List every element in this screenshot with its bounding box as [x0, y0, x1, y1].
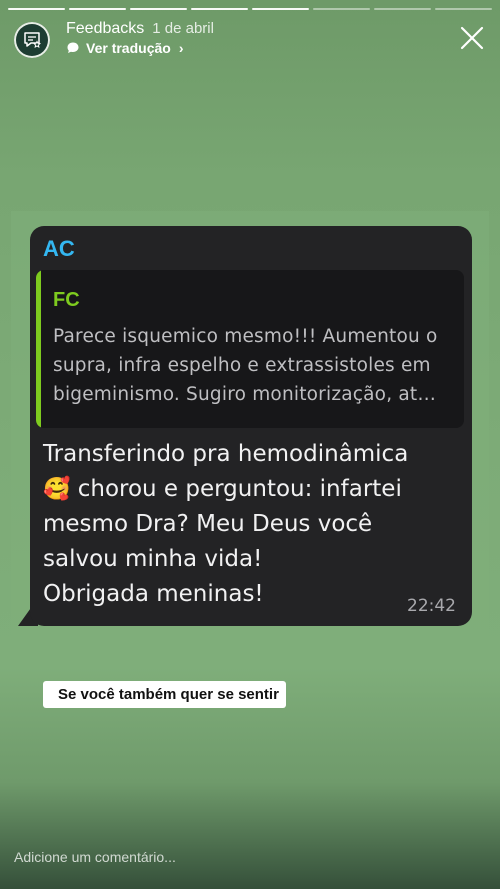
story-date: 1 de abril [152, 20, 214, 37]
message-line: Transferindo pra hemodinâmica [43, 441, 409, 467]
message-sender: AC [43, 236, 75, 261]
message-line: salvou minha vida! [43, 546, 263, 572]
progress-segment [69, 8, 126, 10]
chat-message: AC FC Parece isquemico mesmo!!! Aumentou… [30, 226, 472, 626]
quote-accent-bar [36, 270, 41, 428]
message-time: 22:42 [407, 596, 456, 616]
close-icon [460, 26, 484, 50]
message-line-with-emoji: 🥰 chorou e perguntou: infartei [43, 472, 463, 507]
message-body: Transferindo pra hemodinâmica 🥰 chorou e… [43, 437, 463, 612]
account-info: Feedbacks 1 de abril [66, 20, 214, 38]
progress-segment [435, 8, 492, 10]
story-header: Feedbacks 1 de abril Ver tradução › [14, 18, 486, 62]
chevron-right-icon: › [178, 40, 184, 56]
progress-segment [191, 8, 248, 10]
smiling-face-with-hearts-icon: 🥰 [43, 477, 71, 502]
story-progress [8, 8, 492, 10]
chat-bubble-icon [67, 42, 79, 53]
progress-segment [313, 8, 370, 10]
progress-segment [130, 8, 187, 10]
comment-input[interactable]: Adicione um comentário... [14, 849, 176, 865]
quoted-message: FC Parece isquemico mesmo!!! Aumentou o … [36, 270, 464, 428]
progress-segment [8, 8, 65, 10]
message-line: Obrigada meninas! [43, 581, 264, 607]
progress-segment [374, 8, 431, 10]
see-translation-label: Ver tradução [86, 40, 171, 56]
quoted-text: Parece isquemico mesmo!!! Aumentou o sup… [53, 326, 438, 405]
feedback-chat-icon [24, 32, 41, 48]
account-name[interactable]: Feedbacks [66, 20, 144, 37]
message-line: chorou e perguntou: infartei [77, 476, 402, 502]
quoted-sender: FC [53, 289, 80, 311]
message-line: mesmo Dra? Meu Deus você [43, 511, 373, 537]
avatar[interactable] [14, 22, 50, 58]
story-caption: Se você também quer se sentir [43, 681, 286, 708]
see-translation-button[interactable]: Ver tradução › [66, 40, 184, 56]
progress-segment [252, 8, 309, 10]
close-button[interactable] [458, 24, 486, 52]
